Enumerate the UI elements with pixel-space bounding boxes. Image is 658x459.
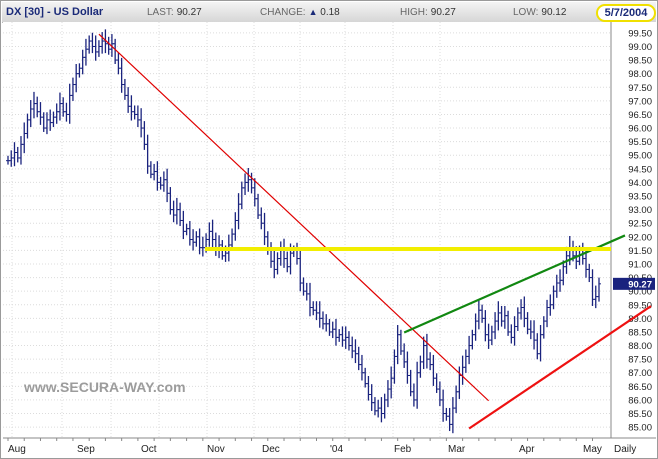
price-chart: 85.00 85.50 86.00 86.50 87.00 87.50 88.00 88.50… — [3, 22, 656, 455]
y-tick-label: 96.50 — [628, 110, 652, 121]
y-tick-label: 88.50 — [628, 327, 652, 338]
y-tick-label: 99.00 — [628, 42, 652, 53]
x-tick-label: Nov — [207, 444, 225, 455]
y-tick-label: 96.00 — [628, 124, 652, 135]
x-tick-label: May — [583, 444, 602, 455]
y-tick-label: 85.50 — [628, 409, 652, 420]
y-tick-label: 92.00 — [628, 232, 652, 243]
y-tick-label: 99.50 — [628, 28, 652, 39]
y-tick-label: 94.50 — [628, 164, 652, 175]
x-tick-label: '04 — [330, 444, 343, 455]
x-tick-label: Oct — [141, 444, 157, 455]
y-tick-label: 86.00 — [628, 395, 652, 406]
y-tick-label: 94.00 — [628, 178, 652, 189]
y-tick-label: 91.50 — [628, 246, 652, 257]
y-tick-label: 95.00 — [628, 151, 652, 162]
x-tick-label: Aug — [8, 444, 26, 455]
y-tick-label: 89.50 — [628, 300, 652, 311]
x-tick-label: Apr — [519, 444, 535, 455]
y-tick-label: 87.50 — [628, 355, 652, 366]
y-tick-label: 93.50 — [628, 192, 652, 203]
y-tick-label: 87.00 — [628, 368, 652, 379]
last-price-tag-label: 90.27 — [628, 279, 652, 290]
y-tick-label: 93.00 — [628, 205, 652, 216]
watermark: www.SECURA-WAY.com — [23, 379, 186, 395]
y-tick-label: 98.00 — [628, 69, 652, 80]
x-tick-label: Dec — [262, 444, 280, 455]
y-tick-label: 86.50 — [628, 382, 652, 393]
y-tick-label: 91.00 — [628, 259, 652, 270]
y-tick-label: 95.50 — [628, 137, 652, 148]
y-tick-label: 97.50 — [628, 83, 652, 94]
x-tick-label: Feb — [394, 444, 412, 455]
y-tick-label: 97.00 — [628, 96, 652, 107]
y-tick-label: 85.00 — [628, 423, 652, 434]
y-tick-label: 92.50 — [628, 219, 652, 230]
x-axis-label: Daily — [614, 444, 636, 455]
x-tick-label: Mar — [448, 444, 466, 455]
y-tick-label: 98.50 — [628, 56, 652, 67]
y-tick-label: 88.00 — [628, 341, 652, 352]
x-tick-label: Sep — [77, 444, 95, 455]
